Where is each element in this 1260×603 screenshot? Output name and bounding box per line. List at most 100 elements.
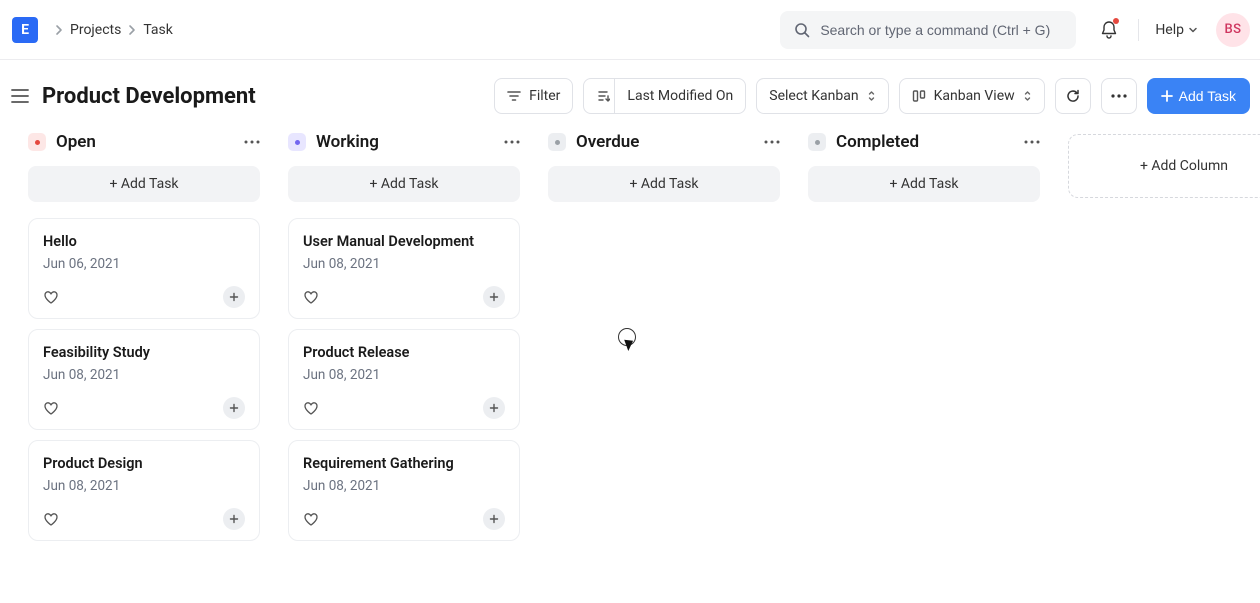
kanban-column: Open + Add Task Hello Jun 06, 2021 Feasibili… bbox=[28, 132, 260, 551]
task-card-footer bbox=[303, 508, 505, 530]
task-card-footer bbox=[43, 286, 245, 308]
task-card-title: User Manual Development bbox=[303, 233, 505, 250]
breadcrumb-task[interactable]: Task bbox=[143, 22, 173, 38]
filter-button[interactable]: Filter bbox=[494, 78, 573, 114]
add-task-label: Add Task bbox=[1179, 88, 1236, 104]
help-label: Help bbox=[1155, 22, 1184, 38]
chevron-down-icon bbox=[1188, 25, 1198, 35]
task-card-footer bbox=[303, 286, 505, 308]
add-task-button[interactable]: Add Task bbox=[1147, 78, 1250, 114]
column-add-task-button[interactable]: + Add Task bbox=[548, 166, 780, 202]
task-card[interactable]: Feasibility Study Jun 08, 2021 bbox=[28, 329, 260, 430]
task-card-date: Jun 08, 2021 bbox=[43, 367, 245, 383]
task-card[interactable]: Requirement Gathering Jun 08, 2021 bbox=[288, 440, 520, 541]
more-icon bbox=[1111, 94, 1127, 98]
assign-button[interactable] bbox=[223, 508, 245, 530]
task-card-date: Jun 08, 2021 bbox=[303, 367, 505, 383]
column-add-task-button[interactable]: + Add Task bbox=[28, 166, 260, 202]
sort-updown-icon bbox=[1023, 89, 1032, 103]
like-button[interactable] bbox=[303, 512, 319, 527]
task-card-title: Product Design bbox=[43, 455, 245, 472]
kanban-column: Working + Add Task User Manual Development… bbox=[288, 132, 520, 551]
column-header: Overdue bbox=[548, 132, 780, 152]
like-button[interactable] bbox=[303, 290, 319, 305]
column-title: Open bbox=[56, 132, 244, 152]
column-title: Overdue bbox=[576, 132, 764, 152]
task-card-date: Jun 08, 2021 bbox=[303, 478, 505, 494]
kanban-column: Overdue + Add Task bbox=[548, 132, 780, 218]
like-button[interactable] bbox=[43, 512, 59, 527]
column-menu-button[interactable] bbox=[244, 140, 260, 144]
sort-button[interactable]: Last Modified On bbox=[583, 78, 746, 114]
like-button[interactable] bbox=[43, 290, 59, 305]
task-card-footer bbox=[43, 508, 245, 530]
divider bbox=[1138, 19, 1139, 41]
column-add-task-button[interactable]: + Add Task bbox=[808, 166, 1040, 202]
notifications-button[interactable] bbox=[1100, 20, 1118, 40]
page-toolbar: Product Development Filter Last Modified… bbox=[0, 60, 1260, 132]
task-card[interactable]: Product Design Jun 08, 2021 bbox=[28, 440, 260, 541]
breadcrumb-projects[interactable]: Projects bbox=[70, 22, 121, 38]
notification-dot bbox=[1113, 18, 1119, 24]
assign-button[interactable] bbox=[483, 397, 505, 419]
assign-button[interactable] bbox=[223, 397, 245, 419]
kanban-board: Open + Add Task Hello Jun 06, 2021 Feasibili… bbox=[0, 132, 1260, 603]
sort-updown-icon bbox=[867, 89, 876, 103]
task-card-date: Jun 06, 2021 bbox=[43, 256, 245, 272]
app-logo[interactable]: E bbox=[12, 17, 38, 43]
assign-button[interactable] bbox=[483, 508, 505, 530]
sort-icon bbox=[596, 89, 610, 103]
avatar[interactable]: BS bbox=[1216, 13, 1250, 47]
filter-icon bbox=[507, 89, 521, 103]
like-button[interactable] bbox=[303, 401, 319, 416]
like-button[interactable] bbox=[43, 401, 59, 416]
search-input[interactable] bbox=[820, 22, 1062, 38]
column-menu-button[interactable] bbox=[1024, 140, 1040, 144]
task-card-footer bbox=[43, 397, 245, 419]
task-card[interactable]: Hello Jun 06, 2021 bbox=[28, 218, 260, 319]
column-title: Working bbox=[316, 132, 504, 152]
task-card[interactable]: Product ReleaseJun 08, 2021 bbox=[288, 329, 520, 430]
column-add-task-button[interactable]: + Add Task bbox=[288, 166, 520, 202]
column-status-icon bbox=[548, 133, 566, 151]
add-column-button[interactable]: + Add Column bbox=[1068, 134, 1260, 198]
kanban-select-label: Select Kanban bbox=[769, 88, 858, 104]
breadcrumb: Projects Task bbox=[54, 22, 173, 38]
task-card-title: Requirement Gathering bbox=[303, 455, 505, 472]
kanban-select[interactable]: Select Kanban bbox=[756, 78, 888, 114]
page-title: Product Development bbox=[42, 84, 256, 109]
task-card-title: Hello bbox=[43, 233, 245, 250]
task-card-date: Jun 08, 2021 bbox=[43, 478, 245, 494]
column-status-icon bbox=[808, 133, 826, 151]
plus-icon bbox=[1161, 90, 1173, 102]
view-select[interactable]: Kanban View bbox=[899, 78, 1045, 114]
task-card-footer bbox=[303, 397, 505, 419]
task-card-title: Feasibility Study bbox=[43, 344, 245, 361]
assign-button[interactable] bbox=[483, 286, 505, 308]
column-header: Open bbox=[28, 132, 260, 152]
filter-label: Filter bbox=[529, 88, 560, 104]
more-button[interactable] bbox=[1101, 78, 1137, 114]
chevron-right-icon bbox=[127, 24, 137, 36]
global-search[interactable] bbox=[780, 11, 1076, 49]
help-menu[interactable]: Help bbox=[1155, 22, 1198, 38]
kanban-column: Completed + Add Task bbox=[808, 132, 1040, 218]
view-select-label: Kanban View bbox=[934, 88, 1015, 104]
refresh-button[interactable] bbox=[1055, 78, 1091, 114]
kanban-icon bbox=[912, 89, 926, 103]
column-status-icon bbox=[28, 133, 46, 151]
column-menu-button[interactable] bbox=[504, 140, 520, 144]
sidebar-toggle[interactable] bbox=[10, 88, 30, 104]
top-bar: E Projects Task Help BS bbox=[0, 0, 1260, 60]
sort-label: Last Modified On bbox=[614, 79, 733, 113]
column-header: Completed bbox=[808, 132, 1040, 152]
search-icon bbox=[794, 22, 810, 38]
column-title: Completed bbox=[836, 132, 1024, 152]
column-status-icon bbox=[288, 133, 306, 151]
assign-button[interactable] bbox=[223, 286, 245, 308]
chevron-right-icon bbox=[54, 24, 64, 36]
column-menu-button[interactable] bbox=[764, 140, 780, 144]
task-card-date: Jun 08, 2021 bbox=[303, 256, 505, 272]
refresh-icon bbox=[1065, 88, 1081, 104]
task-card[interactable]: User Manual Development Jun 08, 2021 bbox=[288, 218, 520, 319]
